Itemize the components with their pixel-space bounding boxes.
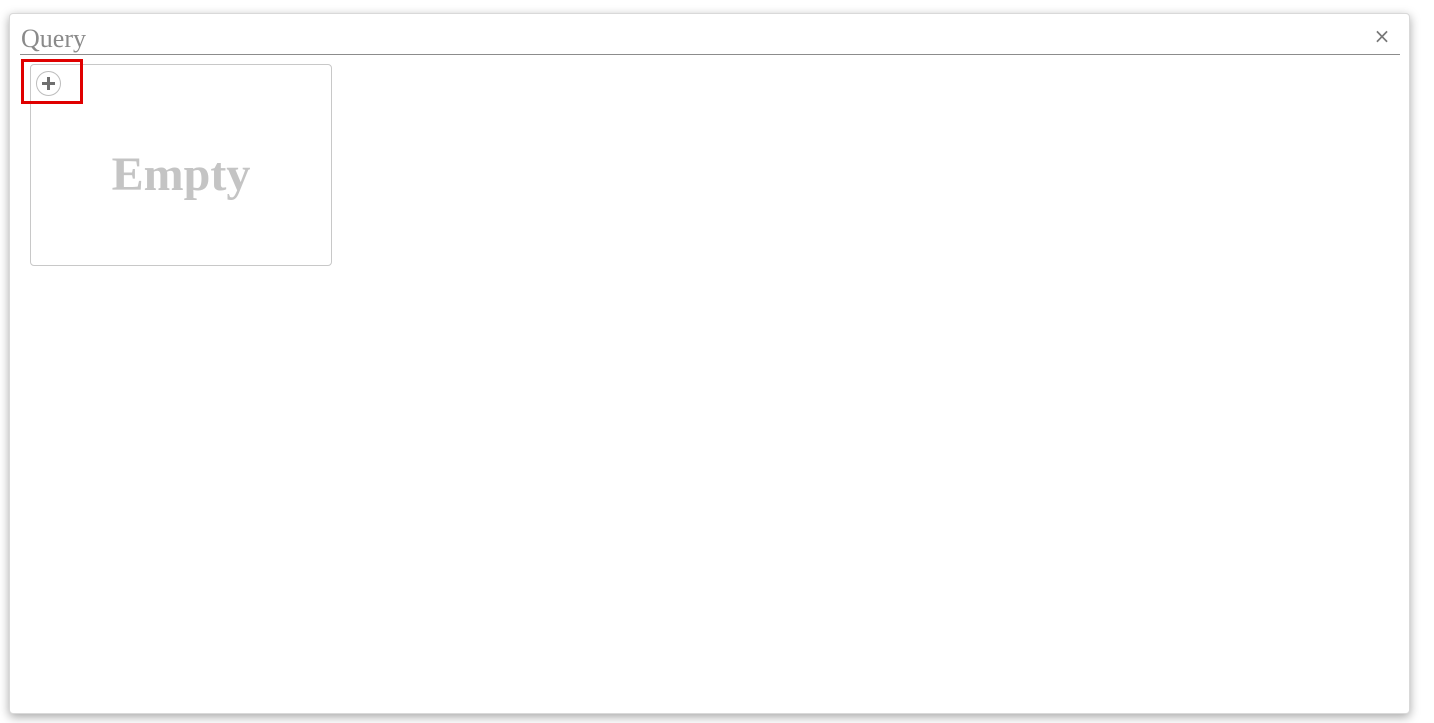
dialog-title: Query [21, 24, 86, 53]
add-button[interactable] [36, 71, 61, 96]
dialog-header: Query × [20, 22, 1400, 55]
empty-placeholder: Empty [111, 148, 251, 201]
plus-circle-icon [42, 77, 55, 90]
query-dialog: Query × Empty [9, 13, 1410, 714]
query-card: Empty [21, 59, 332, 266]
close-button[interactable]: × [1372, 26, 1392, 46]
